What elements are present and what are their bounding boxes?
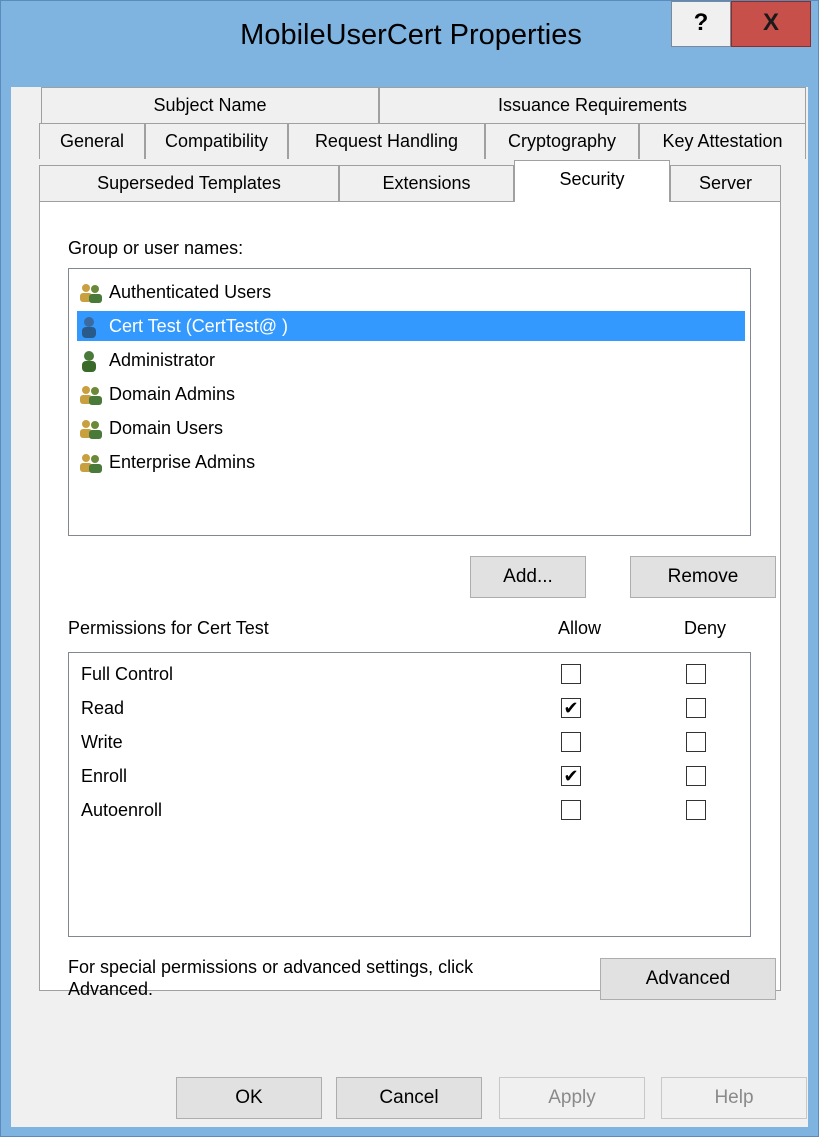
user-name: Domain Admins (109, 384, 236, 404)
allow-checkbox-read[interactable]: ✔ (561, 698, 581, 718)
window-title: MobileUserCert Properties (240, 19, 582, 51)
tab-strip: Subject Name Issuance Requirements Gener… (11, 87, 808, 202)
allow-checkbox-enroll[interactable]: ✔ (561, 766, 581, 786)
user-name: Enterprise Admins (109, 452, 256, 472)
user-name: Cert Test (CertTest@ ) (109, 316, 288, 336)
deny-checkbox-read[interactable] (686, 698, 706, 718)
permission-row-enroll: Enroll ✔ (81, 761, 741, 791)
deny-checkbox-enroll[interactable] (686, 766, 706, 786)
advanced-hint-line-2: Advanced. (68, 979, 154, 999)
user-item-domain-users[interactable]: Domain Users (77, 413, 745, 443)
group-icon (77, 452, 105, 474)
group-icon (77, 418, 105, 440)
user-icon (77, 350, 105, 373)
allow-header: Allow (558, 618, 602, 638)
user-item-administrator[interactable]: Administrator (77, 345, 745, 375)
user-icon (77, 316, 105, 339)
permission-row-full-control: Full Control (81, 659, 741, 689)
deny-checkbox-write[interactable] (686, 732, 706, 752)
user-list[interactable]: Authenticated Users Cert Test (CertTest@… (68, 268, 751, 536)
permissions-label: Permissions for Cert Test (68, 618, 269, 638)
tab-extensions[interactable]: Extensions (339, 165, 514, 201)
ok-button[interactable]: OK (176, 1077, 322, 1119)
permission-name: Write (81, 732, 123, 752)
allow-checkbox-write[interactable] (561, 732, 581, 752)
user-item-domain-admins[interactable]: Domain Admins (77, 379, 745, 409)
advanced-hint-text: For special permissions or advanced sett… (68, 956, 473, 1000)
allow-checkbox-full-control[interactable] (561, 664, 581, 684)
group-icon (77, 282, 105, 304)
add-button[interactable]: Add... (470, 556, 586, 598)
dialog-client-area: Subject Name Issuance Requirements Gener… (11, 87, 808, 1127)
permission-row-read: Read ✔ (81, 693, 741, 723)
apply-button[interactable]: Apply (499, 1077, 645, 1119)
tab-general[interactable]: General (39, 123, 145, 159)
group-icon (77, 384, 105, 406)
tab-subject-name[interactable]: Subject Name (41, 87, 379, 123)
user-name: Administrator (109, 350, 216, 370)
deny-checkbox-full-control[interactable] (686, 664, 706, 684)
advanced-button[interactable]: Advanced (600, 958, 776, 1000)
permission-name: Read (81, 698, 125, 718)
permission-row-write: Write (81, 727, 741, 757)
deny-checkbox-autoenroll[interactable] (686, 800, 706, 820)
user-item-authenticated-users[interactable]: Authenticated Users (77, 277, 745, 307)
tab-request-handling[interactable]: Request Handling (288, 123, 485, 159)
properties-dialog: MobileUserCert Properties ? X Subject Na… (0, 0, 819, 1137)
tab-key-attestation[interactable]: Key Attestation (639, 123, 806, 159)
permissions-list: Full Control Read ✔ Write Enroll ✔ Autoe… (68, 652, 751, 937)
advanced-hint-line-1: For special permissions or advanced sett… (68, 957, 474, 977)
user-name: Authenticated Users (109, 282, 272, 302)
help-button[interactable]: Help (661, 1077, 807, 1119)
permission-name: Full Control (81, 664, 174, 684)
remove-button[interactable]: Remove (630, 556, 776, 598)
title-bar[interactable]: MobileUserCert Properties ? X (1, 1, 818, 87)
deny-header: Deny (684, 618, 727, 638)
tab-server[interactable]: Server (670, 165, 781, 201)
allow-checkbox-autoenroll[interactable] (561, 800, 581, 820)
tab-security[interactable]: Security (514, 160, 670, 202)
permission-row-autoenroll: Autoenroll (81, 795, 741, 825)
user-item-enterprise-admins[interactable]: Enterprise Admins (77, 447, 745, 477)
user-item-cert-test[interactable]: Cert Test (CertTest@ ) (77, 311, 745, 341)
tab-compatibility[interactable]: Compatibility (145, 123, 288, 159)
help-title-button[interactable]: ? (671, 1, 731, 47)
group-or-user-names-label: Group or user names: (68, 238, 244, 258)
security-tab-panel: Group or user names: Authenticated Users… (39, 201, 781, 1000)
tab-issuance-requirements[interactable]: Issuance Requirements (379, 87, 806, 123)
close-button[interactable]: X (731, 1, 811, 47)
permission-name: Autoenroll (81, 800, 163, 820)
cancel-button[interactable]: Cancel (336, 1077, 482, 1119)
permission-name: Enroll (81, 766, 128, 786)
tab-cryptography[interactable]: Cryptography (485, 123, 639, 159)
user-name: Domain Users (109, 418, 224, 438)
tab-superseded-templates[interactable]: Superseded Templates (39, 165, 339, 201)
